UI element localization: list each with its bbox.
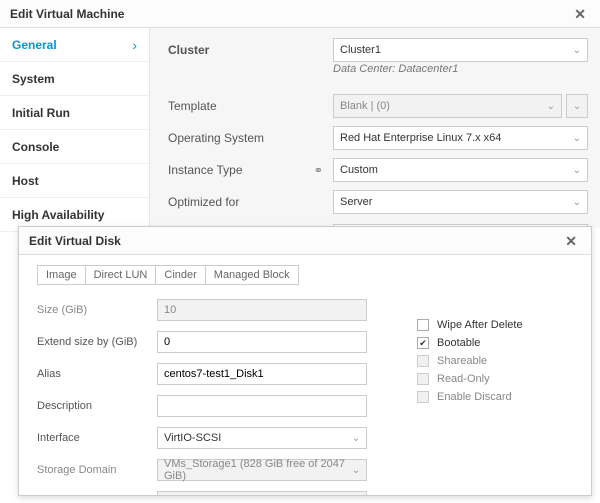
tab-direct-lun[interactable]: Direct LUN	[85, 265, 157, 285]
template-value: Blank | (0)	[340, 100, 390, 112]
sidebar-item-host[interactable]: Host	[0, 164, 149, 198]
checkbox-icon	[417, 373, 429, 385]
sidebar-item-label: Host	[12, 164, 39, 198]
chevron-down-icon: ⌄	[573, 197, 581, 208]
chk-wipe[interactable]: Wipe After Delete	[417, 319, 567, 331]
checkbox-icon	[417, 355, 429, 367]
main-layout: General › System Initial Run Console Hos…	[0, 28, 600, 228]
extend-label: Extend size by (GiB)	[37, 336, 157, 348]
chevron-down-icon: ⌄	[547, 101, 555, 112]
storage-label: Storage Domain	[37, 464, 157, 476]
dialog-title: Edit Virtual Machine	[10, 0, 124, 28]
row-datacenter: Data Center: Datacenter1	[168, 64, 588, 86]
chk-readonly: Read-Only	[417, 373, 567, 385]
chevron-right-icon: ›	[132, 28, 137, 62]
instance-value: Custom	[340, 164, 378, 176]
chk-bootable[interactable]: Bootable	[417, 337, 567, 349]
tab-cinder[interactable]: Cinder	[155, 265, 205, 285]
sidebar-item-console[interactable]: Console	[0, 130, 149, 164]
iface-label: Interface	[37, 432, 157, 444]
checkbox-icon	[417, 337, 429, 349]
optimized-select[interactable]: Server ⌄	[333, 190, 588, 214]
datacenter-text: Data Center: Datacenter1	[333, 63, 588, 75]
disk-tabs: Image Direct LUN Cinder Managed Block	[37, 265, 577, 285]
chevron-down-icon: ⌄	[352, 433, 360, 444]
optimized-label: Optimized for	[168, 195, 333, 209]
chk-discard: Enable Discard	[417, 391, 567, 403]
alias-input[interactable]	[157, 363, 367, 385]
sidebar-item-initial-run[interactable]: Initial Run	[0, 96, 149, 130]
cluster-select[interactable]: Cluster1 ⌄	[333, 38, 588, 62]
desc-input[interactable]	[157, 395, 367, 417]
storage-value: VMs_Storage1 (828 GiB free of 2047 GiB)	[164, 458, 352, 482]
checkbox-icon	[417, 391, 429, 403]
instance-label: Instance Type ⚭	[168, 163, 333, 177]
disk-dialog: Edit Virtual Disk ✕ Image Direct LUN Cin…	[18, 226, 592, 496]
template-extra[interactable]: ⌄	[566, 94, 588, 118]
alias-label: Alias	[37, 368, 157, 380]
sidebar-item-general[interactable]: General ›	[0, 28, 149, 62]
disk-dialog-header: Edit Virtual Disk ✕	[19, 227, 591, 255]
disk-body: Image Direct LUN Cinder Managed Block Si…	[19, 255, 591, 495]
template-label: Template	[168, 99, 333, 113]
chk-shareable: Shareable	[417, 355, 567, 367]
chevron-down-icon: ⌄	[573, 101, 581, 112]
row-storage: Storage Domain VMs_Storage1 (828 GiB fre…	[37, 459, 577, 481]
alloc-select: Thin Provision ⌄	[157, 491, 367, 495]
sidebar-item-label: General	[12, 28, 57, 62]
row-interface: Interface VirtIO-SCSI ⌄	[37, 427, 577, 449]
row-template: Template Blank | (0) ⌄ ⌄	[168, 94, 588, 118]
row-size: Size (GiB)	[37, 299, 577, 321]
row-instance: Instance Type ⚭ Custom ⌄	[168, 158, 588, 182]
instance-select[interactable]: Custom ⌄	[333, 158, 588, 182]
dialog-header: Edit Virtual Machine ✕	[0, 0, 600, 28]
link-icon: ⚭	[314, 164, 323, 177]
sidebar-item-system[interactable]: System	[0, 62, 149, 96]
template-select[interactable]: Blank | (0) ⌄	[333, 94, 562, 118]
row-alloc: Allocation Policy Thin Provision ⌄	[37, 491, 577, 495]
chevron-down-icon: ⌄	[352, 465, 360, 476]
sidebar-item-label: Console	[12, 130, 59, 164]
sidebar-item-label: System	[12, 62, 55, 96]
row-optimized: Optimized for Server ⌄	[168, 190, 588, 214]
size-input	[157, 299, 367, 321]
optimized-value: Server	[340, 196, 372, 208]
chevron-down-icon: ⌄	[573, 133, 581, 144]
row-os: Operating System Red Hat Enterprise Linu…	[168, 126, 588, 150]
checkbox-icon	[417, 319, 429, 331]
tab-managed-block[interactable]: Managed Block	[205, 265, 299, 285]
os-select[interactable]: Red Hat Enterprise Linux 7.x x64 ⌄	[333, 126, 588, 150]
checkbox-column: Wipe After Delete Bootable Shareable Rea…	[417, 319, 567, 409]
chevron-down-icon: ⌄	[573, 165, 581, 176]
row-cluster: Cluster Cluster1 ⌄	[168, 38, 588, 62]
iface-select[interactable]: VirtIO-SCSI ⌄	[157, 427, 367, 449]
cluster-label: Cluster	[168, 43, 333, 57]
iface-value: VirtIO-SCSI	[164, 432, 221, 444]
close-icon[interactable]: ✕	[561, 227, 581, 255]
storage-select: VMs_Storage1 (828 GiB free of 2047 GiB) …	[157, 459, 367, 481]
os-label: Operating System	[168, 131, 333, 145]
os-value: Red Hat Enterprise Linux 7.x x64	[340, 132, 501, 144]
extend-input[interactable]	[157, 331, 367, 353]
cluster-value: Cluster1	[340, 44, 381, 56]
form-area: Cluster Cluster1 ⌄ Data Center: Datacent…	[150, 28, 600, 228]
desc-label: Description	[37, 400, 157, 412]
tab-image[interactable]: Image	[37, 265, 86, 285]
size-label: Size (GiB)	[37, 304, 157, 316]
disk-dialog-title: Edit Virtual Disk	[29, 227, 121, 255]
sidebar: General › System Initial Run Console Hos…	[0, 28, 150, 228]
chevron-down-icon: ⌄	[573, 45, 581, 56]
sidebar-item-label: Initial Run	[12, 96, 70, 130]
close-icon[interactable]: ✕	[570, 0, 590, 28]
